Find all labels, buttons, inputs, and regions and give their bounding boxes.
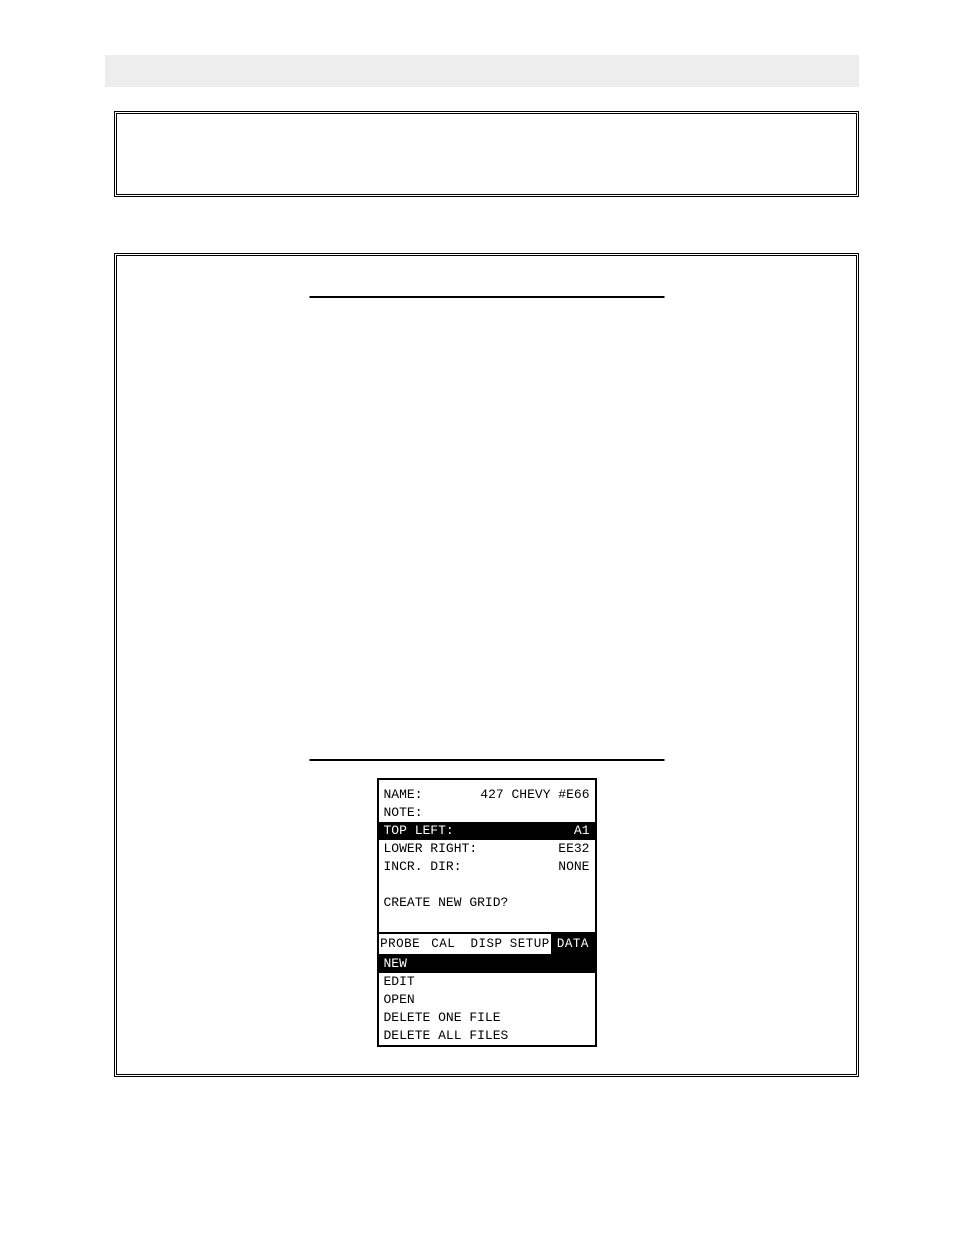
create-grid-prompt: CREATE NEW GRID? [384,894,590,912]
menu-list: NEWEDITOPENDELETE ONE FILEDELETE ALL FIL… [379,954,595,1045]
spacer [384,876,590,894]
field-row[interactable]: NOTE: [384,804,590,822]
menu-item[interactable]: DELETE ALL FILES [379,1027,595,1045]
header-band [105,55,859,87]
field-row[interactable]: TOP LEFT: A1 [379,822,595,840]
menu-item[interactable]: NEW [379,955,595,973]
spacer [384,912,590,930]
main-panel: NAME:427 CHEVY #E66NOTE:TOP LEFT:A1LOWER… [114,253,859,1077]
callout-panel [114,111,859,197]
field-label: LOWER RIGHT: [384,840,478,858]
field-label: INCR. DIR: [384,858,462,876]
field-value: EE32 [558,840,589,858]
field-row[interactable]: NAME: 427 CHEVY #E66 [384,786,590,804]
field-row[interactable]: LOWER RIGHT: EE32 [384,840,590,858]
device-screen: NAME:427 CHEVY #E66NOTE:TOP LEFT:A1LOWER… [377,778,597,1047]
menu-item[interactable]: EDIT [379,973,595,991]
section-heading-rule-bottom [309,759,664,761]
tab-disp[interactable]: DISP [465,934,508,954]
menu-item[interactable]: DELETE ONE FILE [379,1009,595,1027]
field-row[interactable]: INCR. DIR: NONE [384,858,590,876]
field-label: NAME: [384,786,423,804]
tab-setup[interactable]: SETUP [508,934,551,954]
field-label: NOTE: [384,804,423,822]
field-value: 427 CHEVY #E66 [480,786,589,804]
tab-bar: PROBECALDISPSETUPDATA [379,932,595,954]
tab-data[interactable]: DATA [551,934,594,954]
tab-cal[interactable]: CAL [422,934,465,954]
section-heading-rule-top [309,296,664,298]
field-label: TOP LEFT: [384,822,454,840]
field-value: NONE [558,858,589,876]
tab-probe[interactable]: PROBE [379,934,422,954]
menu-item[interactable]: OPEN [379,991,595,1009]
field-list: NAME:427 CHEVY #E66NOTE:TOP LEFT:A1LOWER… [379,780,595,932]
field-value: A1 [574,822,590,840]
